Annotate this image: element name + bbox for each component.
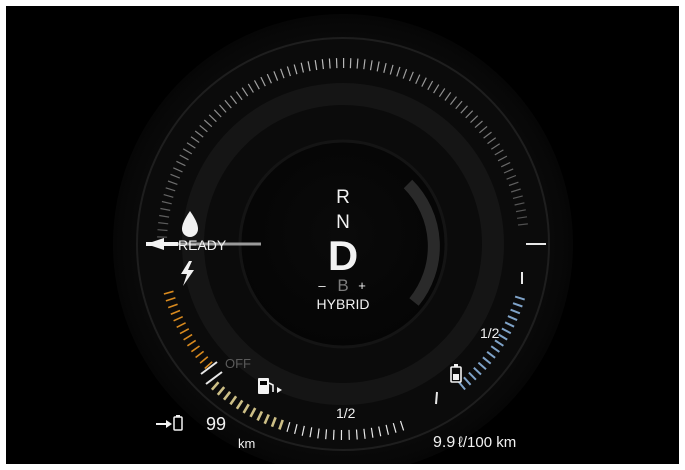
current-gear: D	[328, 232, 358, 279]
fuel-tick	[325, 429, 328, 440]
fuel-half-label: 1/2	[336, 405, 356, 421]
fuel-tick	[355, 429, 358, 440]
consumption-unit: ℓ/100 km	[458, 434, 516, 451]
fuel-tick	[332, 429, 335, 440]
power-tick	[328, 58, 331, 69]
brake-minus: –	[318, 278, 326, 293]
brake-mode: B	[337, 276, 348, 295]
electric-range-icon	[156, 415, 183, 431]
electric-range-value: 99	[206, 414, 226, 434]
power-tick	[356, 58, 359, 69]
power-tick	[157, 229, 168, 232]
instrument-cluster: READY OFF 1/2 1/2 R N D – B + HYBRID 99 …	[113, 14, 573, 464]
drive-mode: HYBRID	[317, 296, 370, 312]
battery-low-tick	[435, 391, 438, 405]
battery-icon-cap	[454, 364, 458, 367]
gear-option-n: N	[336, 212, 350, 233]
electric-range-unit: km	[238, 436, 255, 451]
driver-display: READY OFF 1/2 1/2 R N D – B + HYBRID 99 …	[6, 6, 679, 464]
battery-icon-fill	[453, 374, 459, 380]
ready-label: READY	[178, 237, 227, 253]
off-label: OFF	[225, 356, 251, 371]
brake-plus: +	[358, 278, 366, 293]
consumption-value: 9.9	[433, 434, 455, 451]
gear-option-r: R	[336, 187, 350, 208]
charge-half-label: 1/2	[480, 325, 500, 341]
